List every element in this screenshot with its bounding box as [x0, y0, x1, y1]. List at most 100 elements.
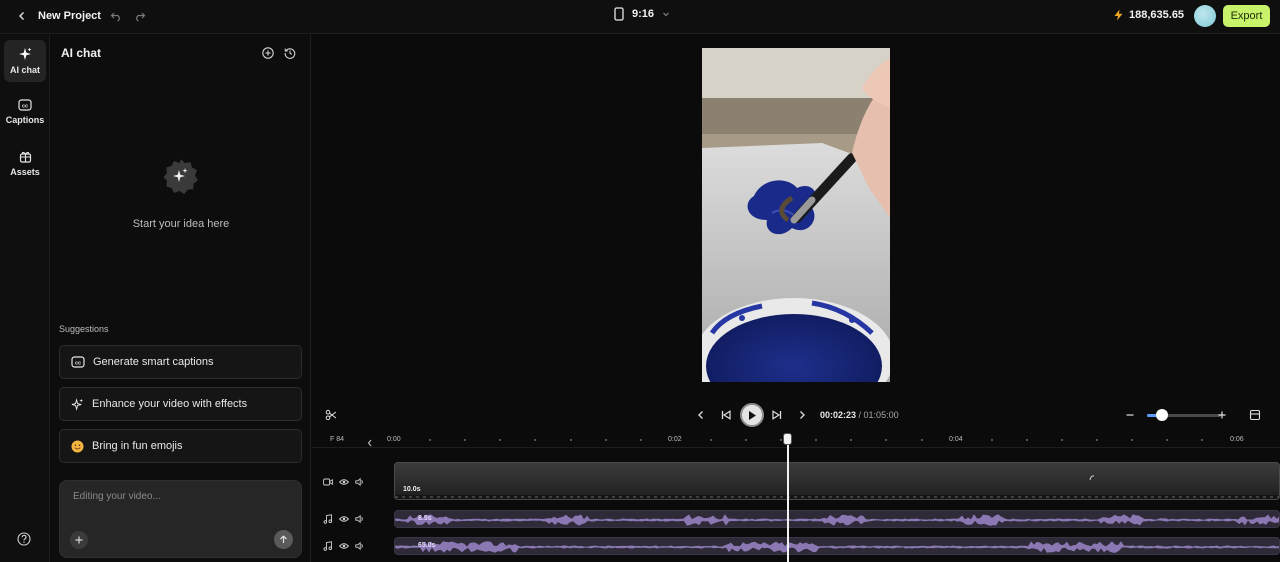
- aspect-ratio-selector[interactable]: 9:16: [614, 7, 670, 21]
- next-frame-button[interactable]: [797, 408, 807, 426]
- current-time: 00:02:23: [820, 410, 857, 420]
- audio-track-2-visibility-toggle[interactable]: [339, 542, 349, 550]
- cc-icon: cc: [71, 356, 85, 368]
- ruler-tick: [1201, 439, 1204, 441]
- audio-waveform: [395, 514, 1279, 526]
- suggestions-heading: Suggestions: [59, 324, 109, 334]
- ruler-tick: [1166, 439, 1169, 441]
- plus-icon: [75, 536, 83, 544]
- audio-track-1-visibility-toggle[interactable]: [339, 515, 349, 523]
- video-track-type-button[interactable]: [323, 478, 333, 486]
- suggestion-label: Generate smart captions: [93, 356, 214, 368]
- ruler-tick: [429, 439, 432, 441]
- audio-track-1-mute-toggle[interactable]: [355, 515, 365, 523]
- clip-duration: 8.5s: [418, 515, 432, 522]
- skip-to-end-button[interactable]: [771, 408, 783, 426]
- left-rail: AI chat cc Captions Assets: [0, 35, 50, 562]
- play-button[interactable]: [740, 403, 764, 427]
- sparkles-icon: [19, 47, 32, 60]
- timeline-settings-button[interactable]: [1249, 408, 1261, 426]
- minus-icon: [1126, 414, 1134, 416]
- emoji-icon: [71, 440, 84, 452]
- ruler-tick: [464, 439, 467, 441]
- attach-button[interactable]: [70, 531, 88, 549]
- eye-icon: [339, 479, 349, 485]
- audio-clip-2[interactable]: 65.0s: [394, 537, 1280, 555]
- previous-frame-button[interactable]: [696, 408, 706, 426]
- audio-clip-1[interactable]: 8.5s: [394, 510, 1280, 528]
- sparkles-badge-icon: [163, 159, 198, 194]
- total-time: 01:05:00: [863, 410, 899, 420]
- time-separator: /: [856, 410, 864, 420]
- rail-item-captions[interactable]: cc Captions: [4, 91, 46, 133]
- rail-item-label: AI chat: [9, 65, 40, 75]
- ruler-tick: [745, 439, 747, 441]
- zoom-out-button[interactable]: [1125, 408, 1135, 426]
- speaker-icon: [355, 478, 363, 486]
- audio-track-2-mute-toggle[interactable]: [355, 542, 365, 550]
- send-button[interactable]: [274, 530, 293, 549]
- svg-text:cc: cc: [22, 103, 28, 109]
- skip-to-start-button[interactable]: [720, 408, 732, 426]
- suggestion-generate-captions[interactable]: cc Generate smart captions: [59, 345, 302, 379]
- speaker-icon: [355, 542, 363, 550]
- sparkles-icon: [71, 397, 84, 411]
- video-preview[interactable]: [702, 48, 890, 382]
- top-bar: New Project 9:16 188,635.65 Export: [0, 0, 1280, 34]
- timeline-scroll-left-button[interactable]: [366, 435, 374, 453]
- export-button[interactable]: Export: [1223, 5, 1270, 27]
- play-icon: [749, 410, 756, 420]
- video-track-mute-toggle[interactable]: [355, 478, 365, 486]
- gift-box-icon: [19, 151, 31, 163]
- help-button[interactable]: [17, 532, 31, 551]
- ruler-tick: [920, 439, 923, 441]
- new-chat-button[interactable]: [262, 46, 274, 64]
- ruler-tick: [815, 439, 818, 441]
- music-note-icon: [323, 541, 333, 551]
- audio-track-2-controls: [323, 541, 365, 551]
- zoom-in-button[interactable]: [1217, 408, 1227, 426]
- ruler-tick: [639, 439, 642, 441]
- playhead-handle[interactable]: [783, 433, 792, 445]
- video-preview-area: [312, 35, 1280, 398]
- timeline-ruler[interactable]: F 84 0:00 0:02 0:04 0:06: [312, 432, 1280, 448]
- audio-track-1-type-button[interactable]: [323, 514, 333, 524]
- video-clip-thumbnails: [395, 475, 1279, 499]
- ruler-tick: [885, 439, 888, 441]
- phone-icon: [614, 7, 624, 21]
- chat-composer[interactable]: Editing your video...: [59, 480, 302, 558]
- undo-button[interactable]: [110, 9, 122, 27]
- speaker-icon: [355, 515, 363, 523]
- eye-icon: [339, 543, 349, 549]
- avatar[interactable]: [1194, 5, 1216, 27]
- audio-track-2-type-button[interactable]: [323, 541, 333, 551]
- chevron-down-icon: [663, 12, 669, 17]
- playhead-line: [787, 440, 789, 562]
- scissors-icon: [325, 409, 337, 421]
- video-track-visibility-toggle[interactable]: [339, 478, 349, 486]
- ruler-tick: [499, 439, 502, 441]
- history-icon: [284, 48, 296, 59]
- chat-history-button[interactable]: [284, 46, 296, 64]
- zoom-slider[interactable]: [1147, 409, 1221, 421]
- zoom-slider-handle[interactable]: [1155, 409, 1168, 421]
- chevron-left-icon: [367, 439, 372, 447]
- project-title[interactable]: New Project: [38, 10, 101, 22]
- redo-button[interactable]: [134, 9, 146, 27]
- suggestion-enhance-effects[interactable]: Enhance your video with effects: [59, 387, 302, 421]
- back-button[interactable]: [14, 8, 30, 24]
- empty-state-text: Start your idea here: [132, 218, 230, 230]
- redo-icon: [136, 12, 146, 22]
- time-display: 00:02:23 / 01:05:00: [820, 410, 899, 420]
- rail-item-assets[interactable]: Assets: [4, 142, 46, 184]
- suggestion-fun-emojis[interactable]: Bring in fun emojis: [59, 429, 302, 463]
- video-frame-image: [702, 48, 890, 382]
- chat-input-placeholder: Editing your video...: [73, 491, 161, 502]
- split-button[interactable]: [325, 408, 337, 426]
- timeline: F 84 0:00 0:02 0:04 0:06 10.0s 8.5s 65.0…: [312, 432, 1280, 562]
- plus-icon: [1218, 411, 1226, 419]
- rail-item-ai-chat[interactable]: AI chat: [4, 40, 46, 82]
- lightning-icon: [1114, 9, 1123, 21]
- cc-icon: cc: [18, 99, 32, 111]
- video-clip[interactable]: 10.0s: [394, 462, 1280, 500]
